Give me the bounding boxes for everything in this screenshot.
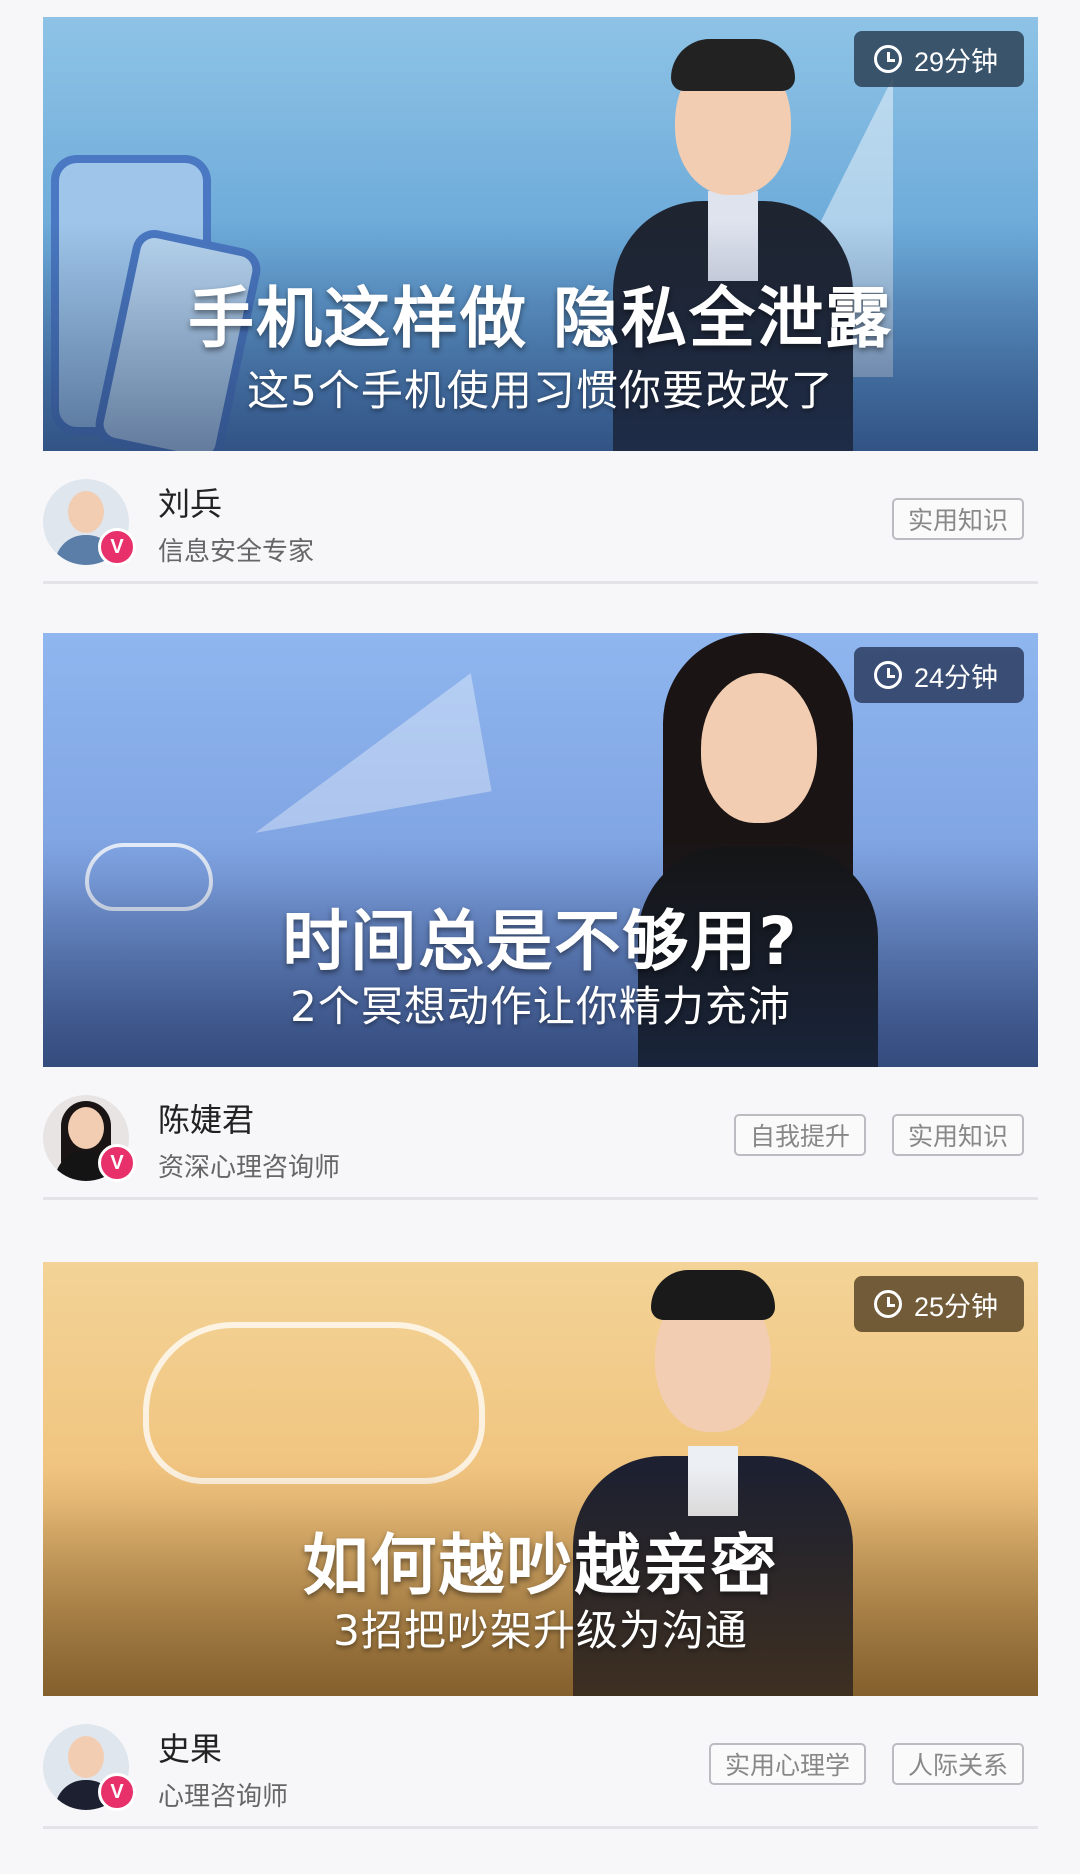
- author-name: 刘兵: [158, 485, 223, 523]
- verified-badge-icon: V: [98, 1144, 136, 1182]
- course-subtitle: 3招把吵架升级为沟通: [333, 1606, 748, 1655]
- paper-plane-illustration: [234, 673, 492, 833]
- author-role: 资深心理咨询师: [158, 1153, 341, 1183]
- tag-list: 自我提升 实用知识: [733, 1114, 1024, 1156]
- tag[interactable]: 实用知识: [891, 498, 1024, 540]
- course-banner[interactable]: 25分钟 如何越吵越亲密 3招把吵架升级为沟通: [43, 1262, 1038, 1696]
- course-title: 手机这样做 隐私全泄露: [188, 280, 893, 357]
- verified-badge-icon: V: [98, 528, 136, 566]
- tag[interactable]: 实用心理学: [708, 1743, 866, 1785]
- author-name: 陈婕君: [158, 1101, 255, 1139]
- author-row: V 刘兵 信息安全专家 实用知识: [43, 451, 1038, 584]
- course-subtitle: 2个冥想动作让你精力充沛: [290, 982, 791, 1031]
- tag-list: 实用知识: [891, 498, 1024, 540]
- clock-icon: [874, 661, 902, 689]
- course-subtitle: 这5个手机使用习惯你要改改了: [247, 366, 834, 415]
- course-card-2[interactable]: 24分钟 时间总是不够用? 2个冥想动作让你精力充沛 V 陈婕君 资深心理咨询师…: [43, 633, 1038, 1200]
- course-banner[interactable]: 29分钟 手机这样做 隐私全泄露 这5个手机使用习惯你要改改了: [43, 17, 1038, 451]
- author-row: V 史果 心理咨询师 实用心理学 人际关系: [43, 1696, 1038, 1829]
- tag[interactable]: 实用知识: [891, 1114, 1024, 1156]
- clock-icon: [874, 45, 902, 73]
- cloud-illustration: [143, 1322, 485, 1484]
- verified-badge-icon: V: [98, 1773, 136, 1811]
- tag[interactable]: 人际关系: [891, 1743, 1024, 1785]
- course-card-1[interactable]: 29分钟 手机这样做 隐私全泄露 这5个手机使用习惯你要改改了 V 刘兵 信息安…: [43, 17, 1038, 584]
- tag-list: 实用心理学 人际关系: [708, 1743, 1024, 1785]
- tag[interactable]: 自我提升: [733, 1114, 866, 1156]
- duration-badge: 24分钟: [854, 647, 1024, 703]
- course-card-3[interactable]: 25分钟 如何越吵越亲密 3招把吵架升级为沟通 V 史果 心理咨询师 实用心理学…: [43, 1262, 1038, 1829]
- clock-icon: [874, 1290, 902, 1318]
- course-title: 如何越吵越亲密: [302, 1527, 779, 1604]
- author-role: 信息安全专家: [158, 537, 315, 567]
- author-role: 心理咨询师: [158, 1782, 289, 1812]
- duration-text: 29分钟: [914, 46, 999, 77]
- author-row: V 陈婕君 资深心理咨询师 自我提升 实用知识: [43, 1067, 1038, 1200]
- duration-badge: 25分钟: [854, 1276, 1024, 1332]
- duration-text: 24分钟: [914, 662, 999, 693]
- author-name: 史果: [158, 1730, 223, 1768]
- duration-text: 25分钟: [914, 1291, 999, 1322]
- course-title: 时间总是不够用?: [282, 903, 799, 980]
- duration-badge: 29分钟: [854, 31, 1024, 87]
- course-banner[interactable]: 24分钟 时间总是不够用? 2个冥想动作让你精力充沛: [43, 633, 1038, 1067]
